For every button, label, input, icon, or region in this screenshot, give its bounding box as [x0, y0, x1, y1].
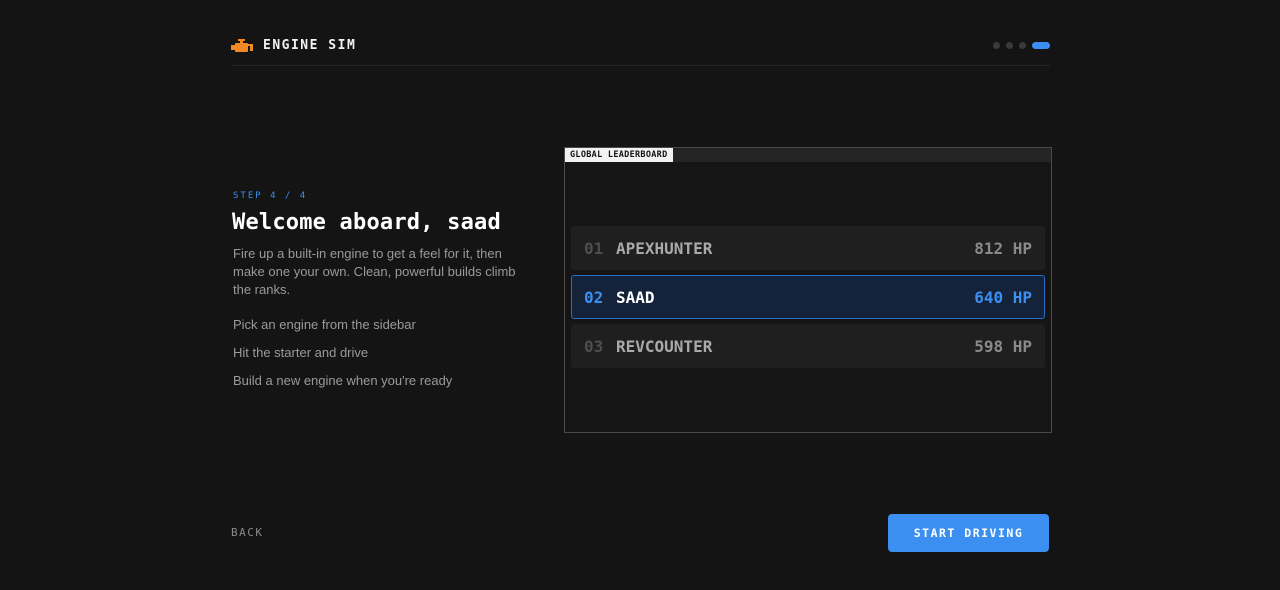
back-button[interactable]: BACK — [231, 526, 264, 539]
step-dot — [1006, 42, 1013, 49]
leaderboard-panel: GLOBAL LEADERBOARD 01 APEXHUNTER 812 HP … — [564, 147, 1052, 433]
start-driving-button[interactable]: START DRIVING — [888, 514, 1049, 552]
row-rank: 01 — [584, 238, 604, 258]
leaderboard-rows: 01 APEXHUNTER 812 HP 02 SAAD 640 HP 03 R… — [571, 226, 1045, 373]
step-label: STEP 4 / 4 — [233, 191, 308, 201]
tip-item: Build a new engine when you're ready — [233, 373, 453, 388]
brand: ENGINE SIM — [231, 30, 356, 53]
tip-item: Hit the starter and drive — [233, 345, 369, 360]
row-name: SAAD — [616, 287, 655, 307]
tips-list: Pick an engine from the sidebar Hit the … — [233, 317, 452, 401]
row-rank: 03 — [584, 336, 604, 356]
intro-description: Fire up a built-in engine to get a feel … — [233, 246, 516, 297]
step-dot — [993, 42, 1000, 49]
row-score: 812 HP — [974, 238, 1032, 258]
app-title: ENGINE SIM — [263, 38, 357, 53]
leaderboard-header: GLOBAL LEADERBOARD — [565, 148, 1051, 162]
row-score: 598 HP — [974, 336, 1032, 356]
leaderboard-row: 03 REVCOUNTER 598 HP — [571, 324, 1045, 368]
row-score: 640 HP — [974, 287, 1032, 307]
header: ENGINE SIM — [231, 30, 1050, 66]
step-dot — [1019, 42, 1026, 49]
onboarding-screen: ENGINE SIM STEP 4 / 4 Welcome aboard, sa… — [0, 0, 1280, 590]
leaderboard-row: 01 APEXHUNTER 812 HP — [571, 226, 1045, 270]
tip-item: Pick an engine from the sidebar — [233, 317, 416, 332]
step-progress — [993, 30, 1050, 49]
row-name: REVCOUNTER — [616, 336, 713, 356]
leaderboard-title: GLOBAL LEADERBOARD — [565, 148, 673, 162]
leaderboard-row-current-user: 02 SAAD 640 HP — [571, 275, 1045, 319]
welcome-heading: Welcome aboard, saad — [232, 210, 501, 235]
step-dot-active — [1032, 42, 1050, 49]
engine-icon — [231, 38, 253, 52]
row-name: APEXHUNTER — [616, 238, 713, 258]
row-rank: 02 — [584, 287, 604, 307]
